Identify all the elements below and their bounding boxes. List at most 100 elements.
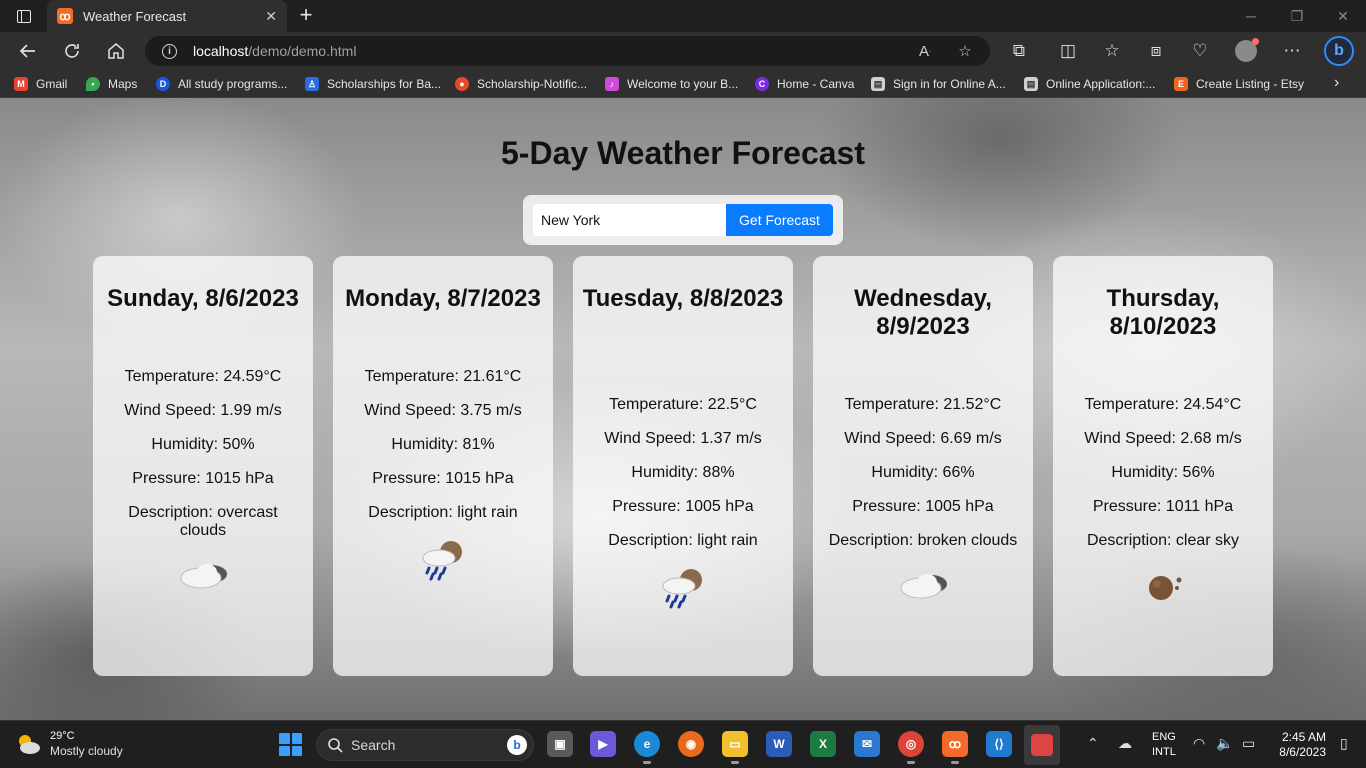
forecast-day: Wednesday, 8/9/2023 [854,285,992,340]
wind-speed-text: Wind Speed: 1.99 m/s [124,402,282,419]
bookmark-sign-in[interactable]: ▤ Sign in for Online A... [871,75,1006,93]
chrome-icon[interactable]: ◎ [898,731,924,764]
tab-actions-icon[interactable] [8,4,40,28]
bookmark-etsy[interactable]: E Create Listing - Etsy [1174,75,1304,93]
description-text: Description: broken clouds [828,532,1018,549]
weather-temp: 29°C [50,730,75,742]
new-tab-button[interactable]: + [294,3,318,27]
bookmark-gmail[interactable]: M Gmail [14,75,67,93]
bookmark-maps[interactable]: • Maps [86,75,137,93]
doc-icon: ▤ [871,77,885,91]
mail-icon[interactable]: ✉ [854,731,880,757]
wind-speed-text: Wind Speed: 3.75 m/s [364,402,522,419]
bookmark-canva[interactable]: C Home - Canva [755,75,854,93]
windows-taskbar: 29°C Mostly cloudy Search b ▣ ▶ e ◉ ▭ W … [0,720,1366,768]
url-text[interactable]: localhost/demo/demo.html [193,43,356,59]
word-icon[interactable]: W [766,731,792,757]
teams-icon[interactable]: ▶ [590,731,616,757]
vscode-icon[interactable]: ⟨⟩ [986,731,1012,757]
forecast-day: Monday, 8/7/2023 [345,285,541,312]
weather-widget[interactable]: 29°C Mostly cloudy [14,729,123,759]
description-text: Description: clear sky [1086,532,1240,549]
temperature-text: Temperature: 22.5°C [609,396,757,413]
weather-page: 5-Day Weather Forecast Get Forecast Sund… [0,98,1366,720]
description-text: Description: light rain [368,504,518,521]
xampp-icon: ꝏ [57,8,73,24]
person-icon: ♙ [305,77,319,91]
notification-bell-icon[interactable]: ▯ [1340,735,1348,752]
refresh-button[interactable] [58,37,86,65]
weather-desc: Mostly cloudy [50,744,123,758]
performance-icon[interactable]: ♡ [1186,37,1214,65]
wind-speed-text: Wind Speed: 6.69 m/s [844,430,1002,447]
excel-icon[interactable]: X [810,731,836,757]
wifi-icon[interactable]: ◠ [1193,735,1205,752]
firefox-icon[interactable]: ◉ [678,731,704,757]
d-icon: D [156,77,170,91]
overcast-clouds-icon [180,564,227,589]
search-label: Search [351,737,396,753]
temperature-text: Temperature: 24.59°C [124,368,282,385]
bing-copilot-icon[interactable]: b [1324,36,1354,66]
close-window-button[interactable]: ✕ [1320,0,1366,32]
more-menu-icon[interactable]: ⋯ [1278,37,1306,65]
profile-avatar[interactable] [1235,38,1259,62]
onedrive-icon[interactable]: ☁ [1118,735,1132,752]
split-screen-icon[interactable]: ◫ [1054,37,1082,65]
extensions-icon[interactable]: ⧉ [1005,37,1033,65]
maximize-button[interactable]: ❐ [1274,0,1320,32]
humidity-text: Humidity: 81% [391,436,495,453]
home-button[interactable] [102,37,130,65]
city-input[interactable] [533,204,727,236]
humidity-text: Humidity: 88% [631,464,735,481]
task-view-icon[interactable]: ▣ [547,731,573,757]
humidity-text: Humidity: 56% [1111,464,1215,481]
chevron-up-icon[interactable]: ⌃ [1087,735,1099,752]
clock[interactable]: 2:45 AM 8/6/2023 [1272,730,1326,760]
bookmark-scholarships[interactable]: ♙ Scholarships for Ba... [305,75,441,93]
favorite-star-icon[interactable]: ☆ [953,39,977,63]
battery-icon[interactable]: ▭ [1242,735,1255,752]
bookmark-study-programs[interactable]: D All study programs... [156,75,287,93]
bookmark-online-application[interactable]: ▤ Online Application:... [1024,75,1155,93]
browser-toolbar: i localhost/demo/demo.html Aᐧ ☆ ⧉ ◫ ☆ ⧈ … [0,32,1366,70]
edge-icon[interactable]: e [634,731,660,764]
forecast-day: Thursday, 8/10/2023 [1106,285,1220,340]
close-tab-icon[interactable]: ✕ [265,8,277,25]
temperature-text: Temperature: 24.54°C [1084,396,1242,413]
chevron-right-icon[interactable]: › [1334,74,1339,92]
snipping-tool-icon[interactable] [1024,725,1060,765]
forecast-card: Monday, 8/7/2023 Temperature: 21.61°C Wi… [333,256,553,676]
minimize-button[interactable]: ─ [1228,0,1274,32]
description-text: Description: overcast clouds [128,504,278,539]
forecast-day: Sunday, 8/6/2023 [107,285,299,312]
bookmark-scholarship-notification[interactable]: ● Scholarship-Notific... [455,75,587,93]
tab-weather-forecast[interactable]: ꝏ Weather Forecast ✕ [47,0,287,32]
bookmark-welcome[interactable]: ♪ Welcome to your B... [605,75,738,93]
favorites-icon[interactable]: ☆ [1098,37,1126,65]
address-bar[interactable]: i localhost/demo/demo.html Aᐧ ☆ [145,36,990,66]
start-button[interactable] [279,733,302,756]
volume-icon[interactable]: 🔈 [1216,735,1233,752]
back-button[interactable] [14,37,42,65]
bookmarks-bar: M Gmail • Maps D All study programs... ♙… [0,70,1366,98]
pressure-text: Pressure: 1005 hPa [852,498,994,515]
info-icon[interactable]: i [162,43,177,59]
file-explorer-icon[interactable]: ▭ [722,731,748,764]
tab-title: Weather Forecast [83,8,187,24]
broken-clouds-icon [900,574,947,599]
light-rain-icon [662,569,702,609]
collections-icon[interactable]: ⧈ [1142,37,1170,65]
language-indicator[interactable]: ENG INTL [1152,730,1176,760]
get-forecast-button[interactable]: Get Forecast [726,204,833,236]
pressure-text: Pressure: 1015 hPa [372,470,514,487]
refresh-icon [65,44,79,58]
canva-icon: C [755,77,769,91]
note-icon: ♪ [605,77,619,91]
partly-cloudy-icon [19,735,40,754]
taskbar-search[interactable]: Search b [316,729,534,761]
read-aloud-icon[interactable]: Aᐧ [913,39,937,63]
wind-speed-text: Wind Speed: 2.68 m/s [1084,430,1242,447]
temperature-text: Temperature: 21.52°C [844,396,1002,413]
xampp-icon[interactable]: ꝏ [942,731,968,764]
